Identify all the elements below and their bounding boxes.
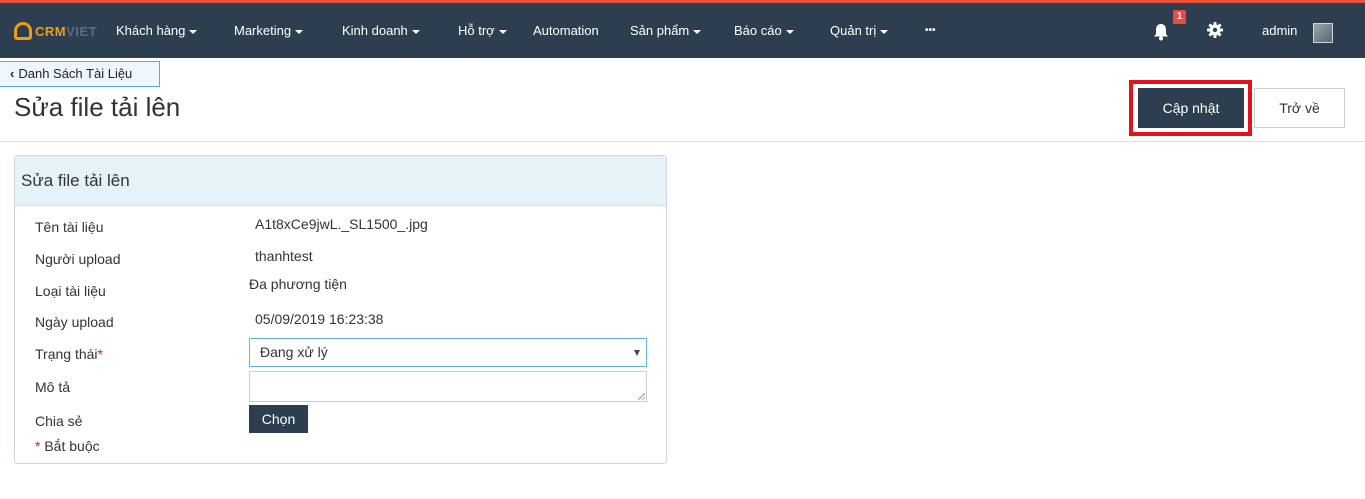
nav-item-admin[interactable]: Quản trị	[830, 20, 889, 42]
status-select[interactable]: Đang xử lý	[249, 338, 647, 367]
page-title: Sửa file tải lên	[14, 92, 181, 122]
uploader-value: thanhtest	[255, 248, 313, 264]
caret-down-icon	[785, 29, 794, 34]
gear-icon[interactable]	[1207, 22, 1223, 38]
user-name[interactable]: admin	[1262, 20, 1297, 42]
caret-down-icon	[693, 29, 702, 34]
doc-name-label: Tên tài liệu	[35, 219, 104, 235]
logo-text-part1: CRM	[35, 23, 67, 39]
nav-item-more[interactable]: •••	[925, 20, 936, 42]
upload-date-value: 05/09/2019 16:23:38	[255, 311, 384, 327]
logo-mark-icon	[14, 22, 32, 40]
caret-down-icon	[411, 29, 420, 34]
dropdown-arrow-icon	[634, 350, 640, 356]
caret-down-icon	[189, 29, 198, 34]
logo-text-part2: VIET	[66, 23, 98, 39]
nav-item-automation[interactable]: Automation	[533, 20, 599, 42]
bell-icon[interactable]	[1153, 23, 1169, 41]
choose-share-button[interactable]: Chọn	[249, 405, 308, 433]
back-to-document-list-link[interactable]: ‹ Danh Sách Tài Liệu	[0, 61, 160, 87]
uploader-label: Người upload	[35, 251, 121, 267]
top-navbar: CRM VIET Khách hàng Marketing Kinh doanh…	[0, 0, 1365, 58]
doc-type-label: Loại tài liệu	[35, 283, 106, 299]
status-label: Trạng thái*	[35, 346, 103, 362]
notification-count-badge: 1	[1173, 10, 1186, 24]
nav-item-marketing[interactable]: Marketing	[234, 20, 304, 42]
upload-date-label: Ngày upload	[35, 314, 114, 330]
description-textarea[interactable]	[249, 371, 647, 402]
update-button[interactable]: Cập nhật	[1138, 88, 1244, 128]
back-button[interactable]: Trở về	[1254, 88, 1345, 128]
nav-item-reports[interactable]: Báo cáo	[734, 20, 794, 42]
avatar[interactable]	[1313, 23, 1333, 43]
header-divider	[0, 141, 1365, 142]
doc-name-value: A1t8xCe9jwL._SL1500_.jpg	[255, 216, 428, 232]
panel-title: Sửa file tải lên	[15, 156, 666, 206]
nav-item-customers[interactable]: Khách hàng	[116, 20, 198, 42]
description-label: Mô tả	[35, 379, 71, 395]
share-label: Chia sẻ	[35, 413, 83, 429]
nav-item-support[interactable]: Hỗ trợ	[458, 20, 507, 42]
doc-type-value: Đa phương tiện	[249, 276, 347, 292]
caret-down-icon	[880, 29, 889, 34]
required-asterisk: *	[97, 346, 103, 362]
resize-grip-icon[interactable]	[638, 393, 645, 400]
brand-logo[interactable]: CRM VIET	[14, 20, 97, 42]
edit-file-panel: Sửa file tải lên Tên tài liệu A1t8xCe9jw…	[14, 155, 667, 464]
caret-down-icon	[498, 29, 507, 34]
nav-item-sales[interactable]: Kinh doanh	[342, 20, 420, 42]
caret-down-icon	[295, 29, 304, 34]
nav-item-products[interactable]: Sản phẩm	[630, 20, 702, 42]
chevron-left-icon: ‹	[10, 66, 15, 81]
required-note: * Bắt buộc	[35, 438, 100, 454]
more-icon: •••	[925, 25, 936, 36]
